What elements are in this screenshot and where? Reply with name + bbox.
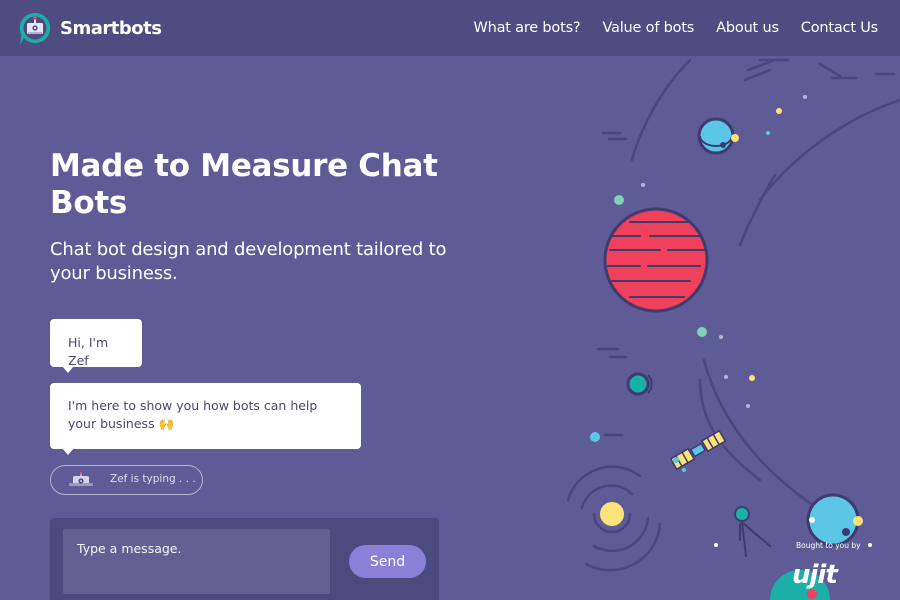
nav-item-contact-us[interactable]: Contact Us	[801, 20, 878, 36]
nav-item-what-are-bots[interactable]: What are bots?	[473, 20, 580, 36]
chat-message-text: I'm here to show you how bots can help y…	[68, 398, 318, 431]
site-header: Smartbots What are bots? Value of bots A…	[0, 0, 900, 56]
send-button[interactable]: Send	[349, 545, 426, 578]
hero-subtitle: Chat bot design and development tailored…	[50, 239, 447, 284]
satellite	[669, 429, 727, 471]
nav-item-value-of-bots[interactable]: Value of bots	[602, 20, 694, 36]
typing-status: Zef is typing . . .	[110, 473, 196, 485]
space-illustration	[566, 58, 900, 600]
partner-logo[interactable]: ujit	[792, 560, 838, 590]
message-input[interactable]	[63, 529, 330, 594]
message-composer: Send	[50, 518, 439, 600]
chat-bubble: Hi, I'm Zef	[50, 319, 142, 373]
robot-chat-icon	[18, 11, 52, 47]
typing-indicator: Zef is typing . . .	[50, 465, 203, 495]
chat-bubble: I'm here to show you how bots can help y…	[50, 383, 361, 455]
brand-logo[interactable]: Smartbots	[18, 11, 162, 47]
chat-message-text: Hi, I'm Zef	[68, 335, 109, 368]
credit-text: Bought to you by	[796, 541, 861, 550]
page-title: Made to Measure Chat Bots	[50, 148, 438, 221]
nav-item-about-us[interactable]: About us	[716, 20, 779, 36]
main-nav: What are bots? Value of bots About us Co…	[473, 0, 878, 56]
red-planet	[603, 207, 709, 313]
brand-name: Smartbots	[60, 18, 162, 39]
